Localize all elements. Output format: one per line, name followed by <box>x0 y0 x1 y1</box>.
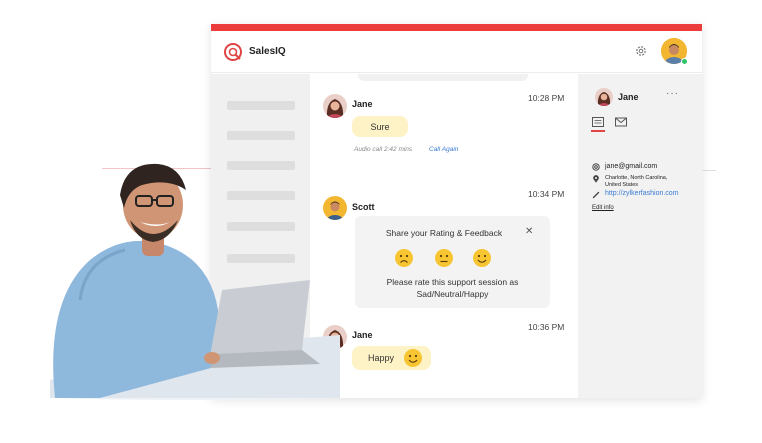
contact-website-link[interactable]: http://zylkerfashion.com <box>605 190 679 197</box>
contact-email: jane@gmail.com <box>605 163 658 170</box>
link-icon <box>592 191 600 199</box>
feedback-card: Share your Rating & Feedback ✕ Please ra… <box>355 216 550 308</box>
more-options-icon[interactable]: ··· <box>666 88 679 99</box>
contact-card-icon[interactable] <box>592 117 604 127</box>
message-time: 10:34 PM <box>528 189 565 199</box>
app-name: SalesIQ <box>249 46 286 57</box>
brand[interactable]: SalesIQ <box>223 42 286 62</box>
edit-info-link[interactable]: Edit info <box>592 205 614 211</box>
jane-avatar <box>323 94 347 118</box>
sad-face-icon[interactable] <box>394 248 414 268</box>
feedback-line-1: Please rate this support session as <box>386 277 519 287</box>
top-accent-bar <box>211 24 702 31</box>
header: SalesIQ <box>211 31 702 73</box>
location-line-1: Charlotte, North Carolina, <box>605 175 668 181</box>
message-bubble: Sure <box>352 116 408 137</box>
feedback-instructions: Please rate this support session as Sad/… <box>355 276 550 300</box>
chat-area: Jane 10:28 PM Sure Audio call 2:42 mins … <box>310 74 578 398</box>
location-pin-icon <box>593 175 599 183</box>
salesiq-logo-icon <box>224 42 242 61</box>
sidebar-item[interactable] <box>227 101 295 110</box>
gear-icon[interactable] <box>634 44 648 58</box>
message-time: 10:28 PM <box>528 93 565 103</box>
message-text: Sure <box>370 121 390 132</box>
contact-location: Charlotte, North Carolina, United States <box>605 175 667 189</box>
location-line-2: United States <box>605 182 639 188</box>
happy-face-icon[interactable] <box>472 248 492 268</box>
feedback-title: Share your Rating & Feedback <box>385 228 503 238</box>
contact-panel: Jane ··· jane@gmail.com Charlotte, North… <box>578 74 702 398</box>
message-sender-name: Scott <box>352 202 375 212</box>
mail-icon[interactable] <box>615 117 627 127</box>
previous-message-edge <box>358 74 528 81</box>
call-again-link[interactable]: Call Again <box>429 146 458 153</box>
contact-name: Jane <box>618 92 639 102</box>
feedback-line-2: Sad/Neutral/Happy <box>416 289 489 299</box>
message-text: Happy <box>368 353 395 363</box>
decorative-line <box>702 170 716 171</box>
man-with-laptop-illustration <box>50 163 340 400</box>
contact-avatar <box>595 88 613 106</box>
at-sign-icon <box>592 163 600 171</box>
message-sender-name: Jane <box>352 99 373 109</box>
close-icon[interactable]: ✕ <box>525 226 533 237</box>
call-note: Audio call 2:42 mins <box>354 146 413 153</box>
happy-face-icon <box>404 349 422 367</box>
neutral-face-icon[interactable] <box>434 248 454 268</box>
online-status-dot <box>681 58 688 65</box>
active-tab-indicator <box>591 130 605 132</box>
message-time: 10:36 PM <box>528 322 565 332</box>
sidebar-item[interactable] <box>227 131 295 140</box>
message-sender-name: Jane <box>352 330 373 340</box>
message-bubble: Happy <box>352 346 431 370</box>
